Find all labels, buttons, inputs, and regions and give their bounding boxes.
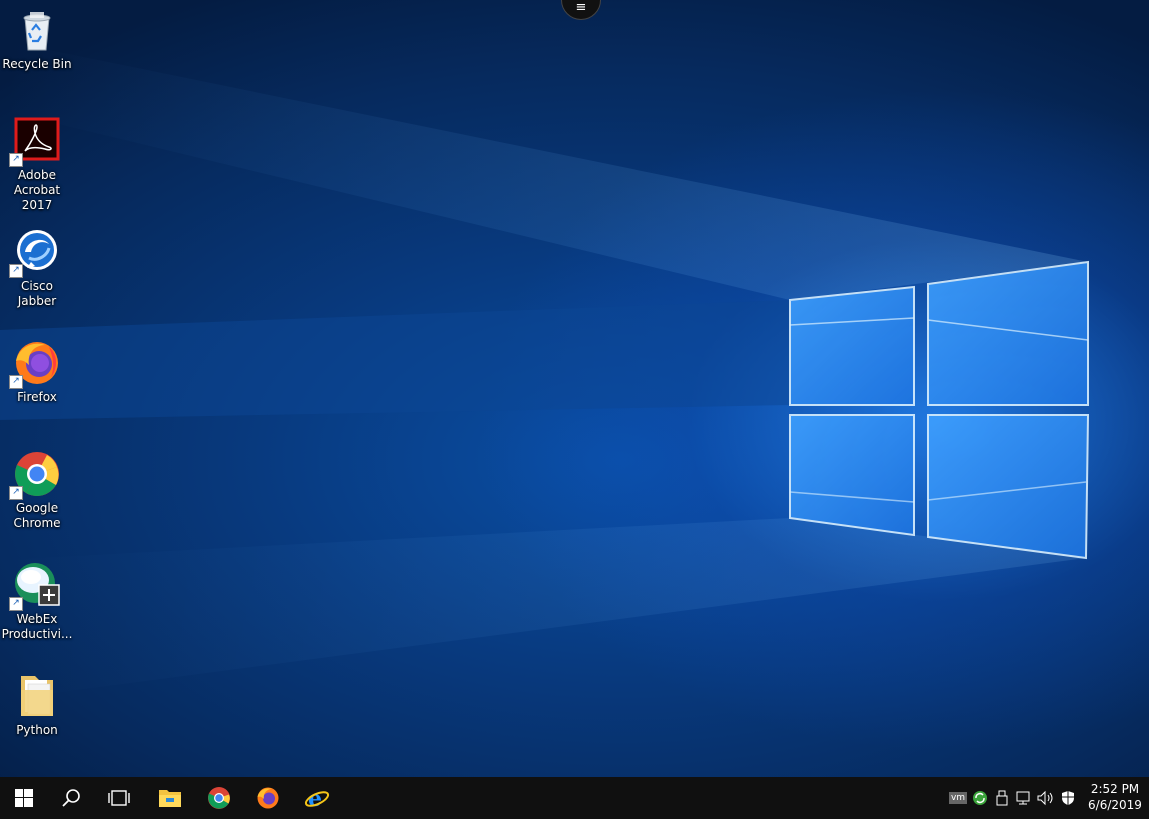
shortcut-arrow-icon: ↗ xyxy=(9,597,23,611)
desktop-icon-label: Adobe Acrobat 2017 xyxy=(13,168,61,212)
shortcut-arrow-icon: ↗ xyxy=(9,264,23,278)
desktop-icon-firefox[interactable]: ↗ Firefox xyxy=(0,339,74,405)
cisco-jabber-icon: ↗ xyxy=(9,228,61,278)
clock-time: 2:52 PM xyxy=(1090,782,1140,796)
recycle-bin-icon xyxy=(13,6,61,54)
remote-session-menu-handle[interactable]: ≡ xyxy=(561,0,601,20)
chrome-icon: ↗ xyxy=(9,450,61,500)
desktop-icon-label: Cisco Jabber xyxy=(17,279,57,308)
desktop-icon-label: Firefox xyxy=(17,390,57,404)
system-tray: vm xyxy=(947,777,1079,819)
internet-explorer-icon: e xyxy=(304,786,330,811)
desktop-icon-recycle-bin[interactable]: Recycle Bin xyxy=(0,6,74,72)
desktop-icon-label: Recycle Bin xyxy=(2,57,72,71)
clock[interactable]: 2:52 PM 6/6/2019 xyxy=(1085,781,1145,813)
desktop-icon-label: Python xyxy=(16,723,58,737)
vmware-icon[interactable]: vm xyxy=(947,787,969,809)
windows-logo-wallpaper xyxy=(0,40,1090,700)
volume-icon[interactable] xyxy=(1035,787,1057,809)
task-view-icon xyxy=(108,790,130,806)
taskbar: e vm 2:52 PM 6/6/2019 xyxy=(0,777,1149,819)
sync-icon[interactable] xyxy=(969,787,991,809)
defender-icon[interactable] xyxy=(1057,787,1079,809)
chrome-icon xyxy=(208,787,230,809)
firefox-icon: ↗ xyxy=(9,339,61,389)
usb-icon[interactable] xyxy=(991,787,1013,809)
taskbar-chrome[interactable] xyxy=(195,777,243,819)
start-icon xyxy=(15,789,33,807)
search-button[interactable] xyxy=(47,777,95,819)
adobe-acrobat-icon: ↗ xyxy=(9,117,61,167)
taskbar-file-explorer[interactable] xyxy=(146,777,194,819)
task-view-button[interactable] xyxy=(95,777,143,819)
desktop-icon-adobe-acrobat[interactable]: ↗ Adobe Acrobat 2017 xyxy=(0,117,74,213)
clock-date: 6/6/2019 xyxy=(1088,798,1142,812)
webex-icon: ↗ xyxy=(9,561,61,611)
shortcut-arrow-icon: ↗ xyxy=(9,486,23,500)
taskbar-firefox[interactable] xyxy=(244,777,292,819)
desktop-wallpaper: ≡ Recycle Bin ↗ Adobe Acrobat 2017 ↗ Cis… xyxy=(0,0,1149,777)
desktop-icon-webex-productivity[interactable]: ↗ WebEx Productivi... xyxy=(0,561,74,642)
taskbar-internet-explorer[interactable]: e xyxy=(293,777,341,819)
desktop-icon-cisco-jabber[interactable]: ↗ Cisco Jabber xyxy=(0,228,74,309)
desktop-icon-label: Google Chrome xyxy=(13,501,61,530)
folder-icon xyxy=(13,672,61,720)
firefox-icon xyxy=(257,787,279,809)
file-explorer-icon xyxy=(159,790,181,807)
start-button[interactable] xyxy=(0,777,48,819)
desktop-icon-label: WebEx Productivi... xyxy=(1,612,73,641)
search-icon xyxy=(62,789,80,807)
desktop-icon-python-folder[interactable]: Python xyxy=(0,672,74,738)
menu-icon: ≡ xyxy=(575,0,587,15)
desktop-icon-google-chrome[interactable]: ↗ Google Chrome xyxy=(0,450,74,531)
shortcut-arrow-icon: ↗ xyxy=(9,375,23,389)
shortcut-arrow-icon: ↗ xyxy=(9,153,23,167)
network-icon[interactable] xyxy=(1013,787,1035,809)
